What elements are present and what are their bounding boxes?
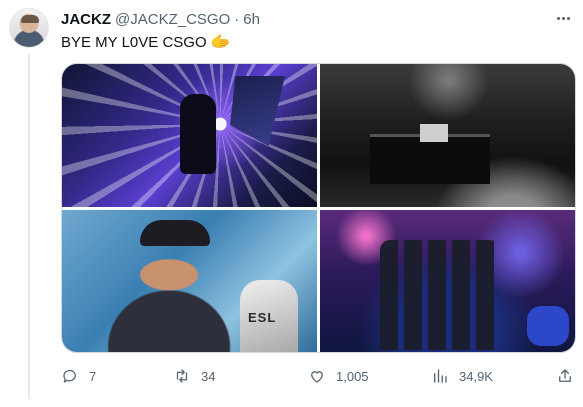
share-icon [559, 369, 571, 382]
media-image-2[interactable] [320, 64, 575, 207]
share-button[interactable] [556, 363, 574, 389]
tweet-text: BYE MY L0VE CSGO 🫱 [61, 33, 231, 53]
tweet-text-content: BYE MY L0VE CSGO [61, 34, 207, 51]
views-count: 34,9K [459, 368, 493, 384]
like-icon [311, 371, 323, 383]
author-handle[interactable]: @JACKZ_CSGO [115, 11, 230, 28]
avatar[interactable] [9, 8, 49, 48]
team-silhouettes [380, 240, 500, 350]
retweet-icon [176, 369, 188, 383]
tweet[interactable]: JACKZ @JACKZ_CSGO · 6h BYE MY L0VE CSGO … [0, 0, 583, 407]
like-count: 1,005 [336, 368, 369, 384]
like-button[interactable]: 1,005 [308, 363, 369, 389]
stage-screen [420, 124, 448, 142]
hand-emoji: 🫱 [210, 34, 231, 51]
media-image-4[interactable] [320, 210, 575, 352]
stage-flag [230, 76, 285, 146]
player-silhouette [180, 94, 216, 174]
media-image-1[interactable] [62, 64, 317, 207]
stage-prop [527, 306, 569, 346]
esl-logo-text: ESL [248, 310, 277, 325]
reply-button[interactable]: 7 [61, 363, 96, 389]
retweet-count: 34 [201, 368, 216, 384]
reply-count: 7 [89, 368, 97, 384]
more-icon[interactable] [553, 9, 573, 27]
media-grid: ESL [61, 63, 576, 353]
action-bar: 7 34 1,005 34,9K [61, 363, 576, 389]
author-name[interactable]: JACKZ [61, 11, 111, 28]
views-button[interactable]: 34,9K [431, 363, 493, 389]
tweet-header: JACKZ @JACKZ_CSGO · 6h [61, 9, 260, 29]
retweet-button[interactable]: 34 [173, 363, 215, 389]
media-image-3[interactable]: ESL [62, 210, 317, 352]
views-icon [434, 369, 447, 383]
reply-icon [63, 369, 76, 383]
separator-dot: · [234, 10, 240, 28]
player-cap [140, 220, 210, 246]
tweet-time[interactable]: 6h [243, 11, 260, 28]
thread-line [28, 54, 30, 399]
